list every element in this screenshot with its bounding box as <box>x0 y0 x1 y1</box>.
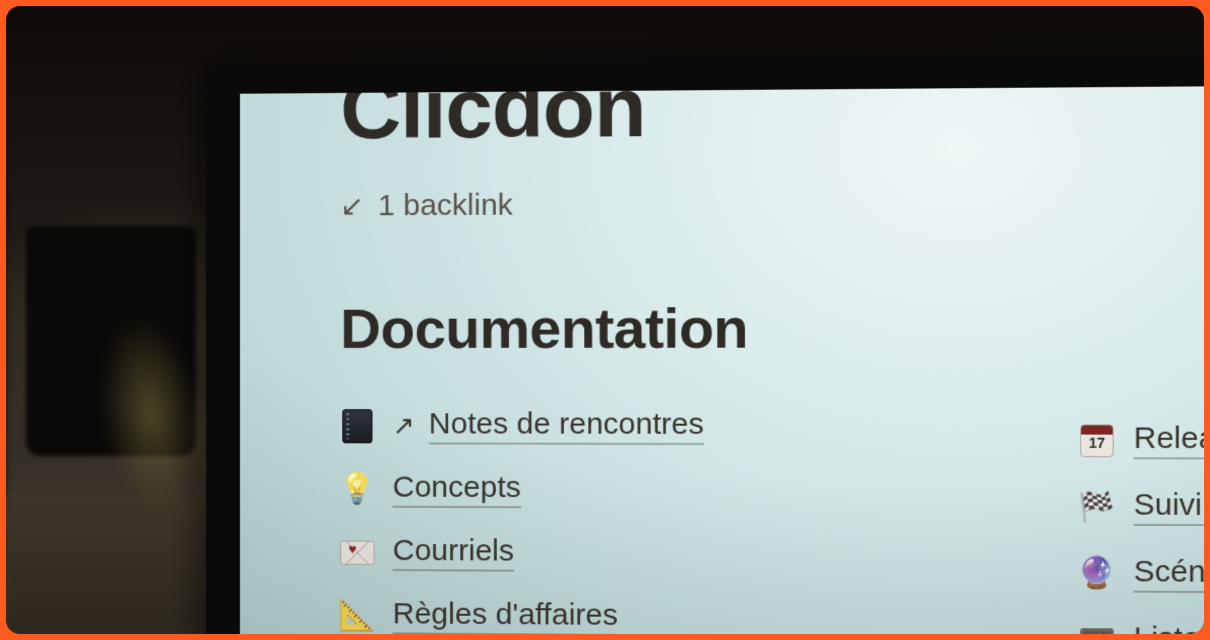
arrow-up-right-icon: ↗ <box>393 410 415 441</box>
photo-frame: Clicdon ↙ 1 backlink Documentation ↗ Not… <box>6 6 1204 634</box>
notebook-icon <box>340 409 374 443</box>
link-label: Scénar <box>1134 555 1204 594</box>
monitor: Clicdon ↙ 1 backlink Documentation ↗ Not… <box>206 55 1204 634</box>
link-label: Release <box>1134 421 1204 459</box>
links-column-right: Release 🏁 Suivi d 🔮 Scénar Liste d <box>1079 421 1204 634</box>
crystal-ball-icon: 🔮 <box>1079 556 1115 591</box>
link-label: Liste d <box>1134 621 1204 634</box>
links-column-left: ↗ Notes de rencontres 💡 Concepts Courrie… <box>340 407 1204 634</box>
link-release[interactable]: Release <box>1079 421 1204 459</box>
lightbulb-icon: 💡 <box>340 472 374 506</box>
link-label: Courriels <box>393 534 514 572</box>
app-screen: Clicdon ↙ 1 backlink Documentation ↗ Not… <box>240 86 1204 634</box>
calendar-icon <box>1079 423 1115 458</box>
link-regles-affaires[interactable]: 📐 Règles d'affaires <box>340 597 1204 634</box>
page-title: Clicdon <box>340 86 1204 151</box>
link-scenar[interactable]: 🔮 Scénar <box>1079 554 1204 593</box>
checkered-flag-icon: 🏁 <box>1079 489 1115 524</box>
monitor-bezel: Clicdon ↙ 1 backlink Documentation ↗ Not… <box>240 86 1204 634</box>
backlink-label: 1 backlink <box>378 188 513 223</box>
link-concepts[interactable]: 💡 Concepts <box>340 470 1204 511</box>
link-courriels[interactable]: Courriels <box>340 534 1204 576</box>
arrow-down-left-icon: ↙ <box>340 192 364 220</box>
link-label: Notes de rencontres <box>429 407 704 445</box>
triangle-ruler-icon: 📐 <box>340 598 374 632</box>
link-suivi[interactable]: 🏁 Suivi d <box>1079 488 1204 527</box>
link-notes-de-rencontres[interactable]: ↗ Notes de rencontres <box>340 407 1204 446</box>
love-letter-icon <box>340 535 374 569</box>
link-label: Règles d'affaires <box>393 597 618 634</box>
link-liste[interactable]: Liste d <box>1079 621 1204 634</box>
link-label: Suivi d <box>1134 488 1204 526</box>
bricks-icon <box>1079 623 1115 634</box>
section-heading-documentation: Documentation <box>340 294 1204 361</box>
backlink-row[interactable]: ↙ 1 backlink <box>340 185 1204 224</box>
link-label: Concepts <box>393 471 521 509</box>
